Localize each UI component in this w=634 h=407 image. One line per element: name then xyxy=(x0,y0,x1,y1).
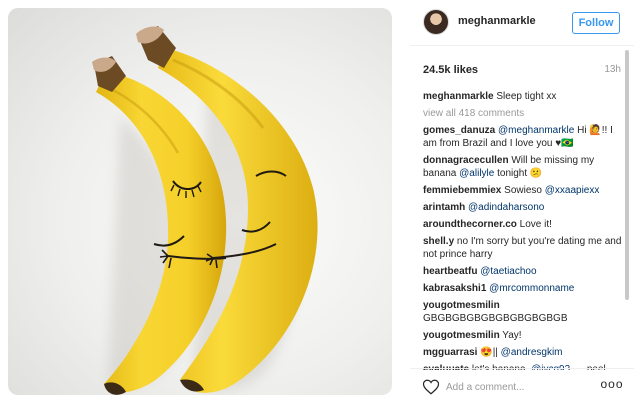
comment-username[interactable]: aroundthecorner.co xyxy=(423,219,517,230)
caption-username[interactable]: meghanmarkle xyxy=(423,91,494,102)
comment-item: aroundthecorner.co Love it! xyxy=(423,218,629,231)
instagram-post: meghanmarkle Follow 24.5k likes 13h megh… xyxy=(0,0,634,406)
add-comment-input[interactable] xyxy=(446,379,586,395)
likes-count[interactable]: 24.5k likes xyxy=(423,64,478,76)
comment-username[interactable]: shell.y xyxy=(423,236,454,247)
scrollbar-thumb[interactable] xyxy=(625,50,629,300)
comment-item: mgguarrasi 😍|| @andresgkim xyxy=(423,346,629,359)
post-photo[interactable] xyxy=(8,8,392,395)
comment-footer: ooo xyxy=(410,368,634,407)
comment-item: kabrasakshi1 @mrcommonname xyxy=(423,282,629,295)
comment-item: arintamh @adindaharsono xyxy=(423,201,629,214)
comments-scrollbar[interactable] xyxy=(624,44,630,362)
comment-username[interactable]: gomes_danuza xyxy=(423,125,495,136)
comment-username[interactable]: arintamh xyxy=(423,202,465,213)
view-all-comments-link[interactable]: view all 418 comments xyxy=(423,107,629,120)
heart-icon[interactable] xyxy=(422,378,440,396)
comment-mention[interactable]: @andresgkim xyxy=(501,347,563,358)
comment-text: GBGBGBGBGBGBGBGBGBGB xyxy=(423,313,568,324)
post-author-username[interactable]: meghanmarkle xyxy=(458,15,536,27)
post-timestamp[interactable]: 13h xyxy=(604,64,621,75)
comment-items: gomes_danuza @meghanmarkle Hi 🙋!! I am f… xyxy=(423,124,629,370)
comment-username[interactable]: yougotmesmilin xyxy=(423,330,500,341)
caption: meghanmarkle Sleep tight xx xyxy=(423,90,629,103)
comment-item: gomes_danuza @meghanmarkle Hi 🙋!! I am f… xyxy=(423,124,629,150)
caption-body: Sleep tight xx xyxy=(496,91,557,102)
comment-item: femmiebemmiex Sowieso @xxaapiexx xyxy=(423,184,629,197)
comment-username[interactable]: mgguarrasi xyxy=(423,347,477,358)
more-options-icon[interactable]: ooo xyxy=(600,377,624,395)
post-sidebar: meghanmarkle Follow 24.5k likes 13h megh… xyxy=(410,0,634,406)
comment-mention[interactable]: @alilyle xyxy=(459,168,494,179)
comment-username[interactable]: donnagracecullen xyxy=(423,155,509,166)
comment-mention[interactable]: @xxaapiexx xyxy=(545,185,600,196)
comment-item: donnagracecullen Will be missing my bana… xyxy=(423,154,629,180)
comment-username[interactable]: kabrasakshi1 xyxy=(423,283,486,294)
comment-mention[interactable]: @adindaharsono xyxy=(468,202,544,213)
comment-text: Sowieso xyxy=(501,185,545,196)
comment-item: heartbeatfu @taetiachoo xyxy=(423,265,629,278)
comment-username[interactable]: heartbeatfu xyxy=(423,266,477,277)
photo-panel xyxy=(0,0,410,406)
comment-item: yougotmesmilin GBGBGBGBGBGBGBGBGBGB xyxy=(423,299,629,325)
comment-username[interactable]: yougotmesmilin xyxy=(423,300,500,311)
follow-button[interactable]: Follow xyxy=(572,12,620,34)
bananas-hugging-image xyxy=(92,26,318,395)
comment-text: Yay! xyxy=(499,330,522,341)
comment-text: tonight 😕 xyxy=(494,168,543,179)
comment-text: 😍|| xyxy=(477,347,501,358)
comment-item: yougotmesmilin Yay! xyxy=(423,329,629,342)
comment-username[interactable]: femmiebemmiex xyxy=(423,185,501,196)
comment-mention[interactable]: @taetiachoo xyxy=(480,266,536,277)
comment-text: Love it! xyxy=(516,219,552,230)
comment-mention[interactable]: @meghanmarkle xyxy=(498,125,574,136)
comment-mention[interactable]: @mrcommonname xyxy=(489,283,574,294)
comment-item: shell.y no I'm sorry but you're dating m… xyxy=(423,235,629,261)
post-header: meghanmarkle Follow xyxy=(410,0,634,46)
comments-list: meghanmarkle Sleep tight xx view all 418… xyxy=(423,90,629,370)
likes-row: 24.5k likes 13h xyxy=(423,64,621,78)
avatar[interactable] xyxy=(423,9,449,35)
